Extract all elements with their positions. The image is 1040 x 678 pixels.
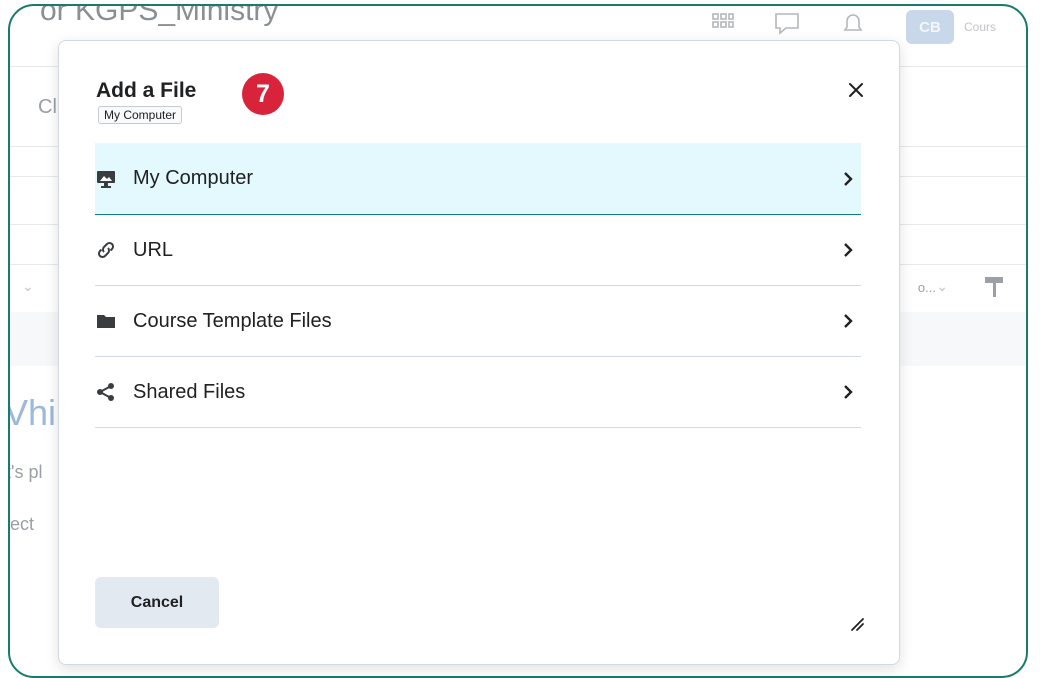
- share-icon: [95, 381, 117, 403]
- step-badge: 7: [242, 73, 284, 115]
- content-text-partial: lect: [8, 514, 35, 534]
- option-url[interactable]: URL: [95, 215, 861, 286]
- course-label: Cours: [963, 20, 996, 34]
- folder-icon: [95, 310, 117, 332]
- option-shared-files[interactable]: Shared Files: [95, 357, 861, 428]
- chevron-down-icon[interactable]: ⌄: [936, 278, 948, 295]
- course-title: or KGPS_Ministry: [40, 4, 279, 27]
- paint-roller-icon[interactable]: [984, 276, 1004, 300]
- content-text-partial: t's pl: [8, 462, 43, 482]
- option-course-template-files[interactable]: Course Template Files: [95, 286, 861, 357]
- chevron-right-icon: [844, 171, 853, 186]
- chevron-right-icon: [844, 243, 853, 257]
- option-my-computer[interactable]: My Computer: [95, 143, 861, 215]
- computer-icon: [95, 168, 117, 190]
- nav-item-partial: Cl: [38, 96, 57, 118]
- cancel-button[interactable]: Cancel: [95, 577, 219, 628]
- bell-icon[interactable]: [840, 12, 866, 42]
- tooltip: My Computer: [98, 106, 183, 124]
- message-icon[interactable]: [774, 12, 800, 42]
- content-heading-partial: Vhi: [8, 392, 57, 433]
- chevron-right-icon: [844, 385, 853, 399]
- option-label: URL: [133, 238, 174, 261]
- close-icon: [849, 83, 863, 97]
- toolbar-dropdown-partial[interactable]: o...: [918, 280, 936, 295]
- file-source-list: My Computer URL Course Template Files Sh: [95, 143, 861, 428]
- resize-handle-icon[interactable]: [849, 616, 865, 632]
- top-nav-icons: CB Cours: [712, 10, 996, 44]
- grid-icon[interactable]: [712, 13, 734, 41]
- option-label: My Computer: [133, 167, 254, 189]
- avatar[interactable]: CB: [905, 10, 954, 44]
- chevron-right-icon: [844, 314, 853, 328]
- close-button[interactable]: [841, 75, 871, 105]
- dialog-title: Add a File: [96, 79, 197, 102]
- link-icon: [95, 239, 117, 261]
- add-file-dialog: Add a File 7 My Computer My Computer URL: [58, 40, 900, 665]
- option-label: Course Template Files: [133, 309, 332, 332]
- option-label: Shared Files: [133, 380, 246, 403]
- chevron-down-icon[interactable]: ⌄: [22, 278, 34, 295]
